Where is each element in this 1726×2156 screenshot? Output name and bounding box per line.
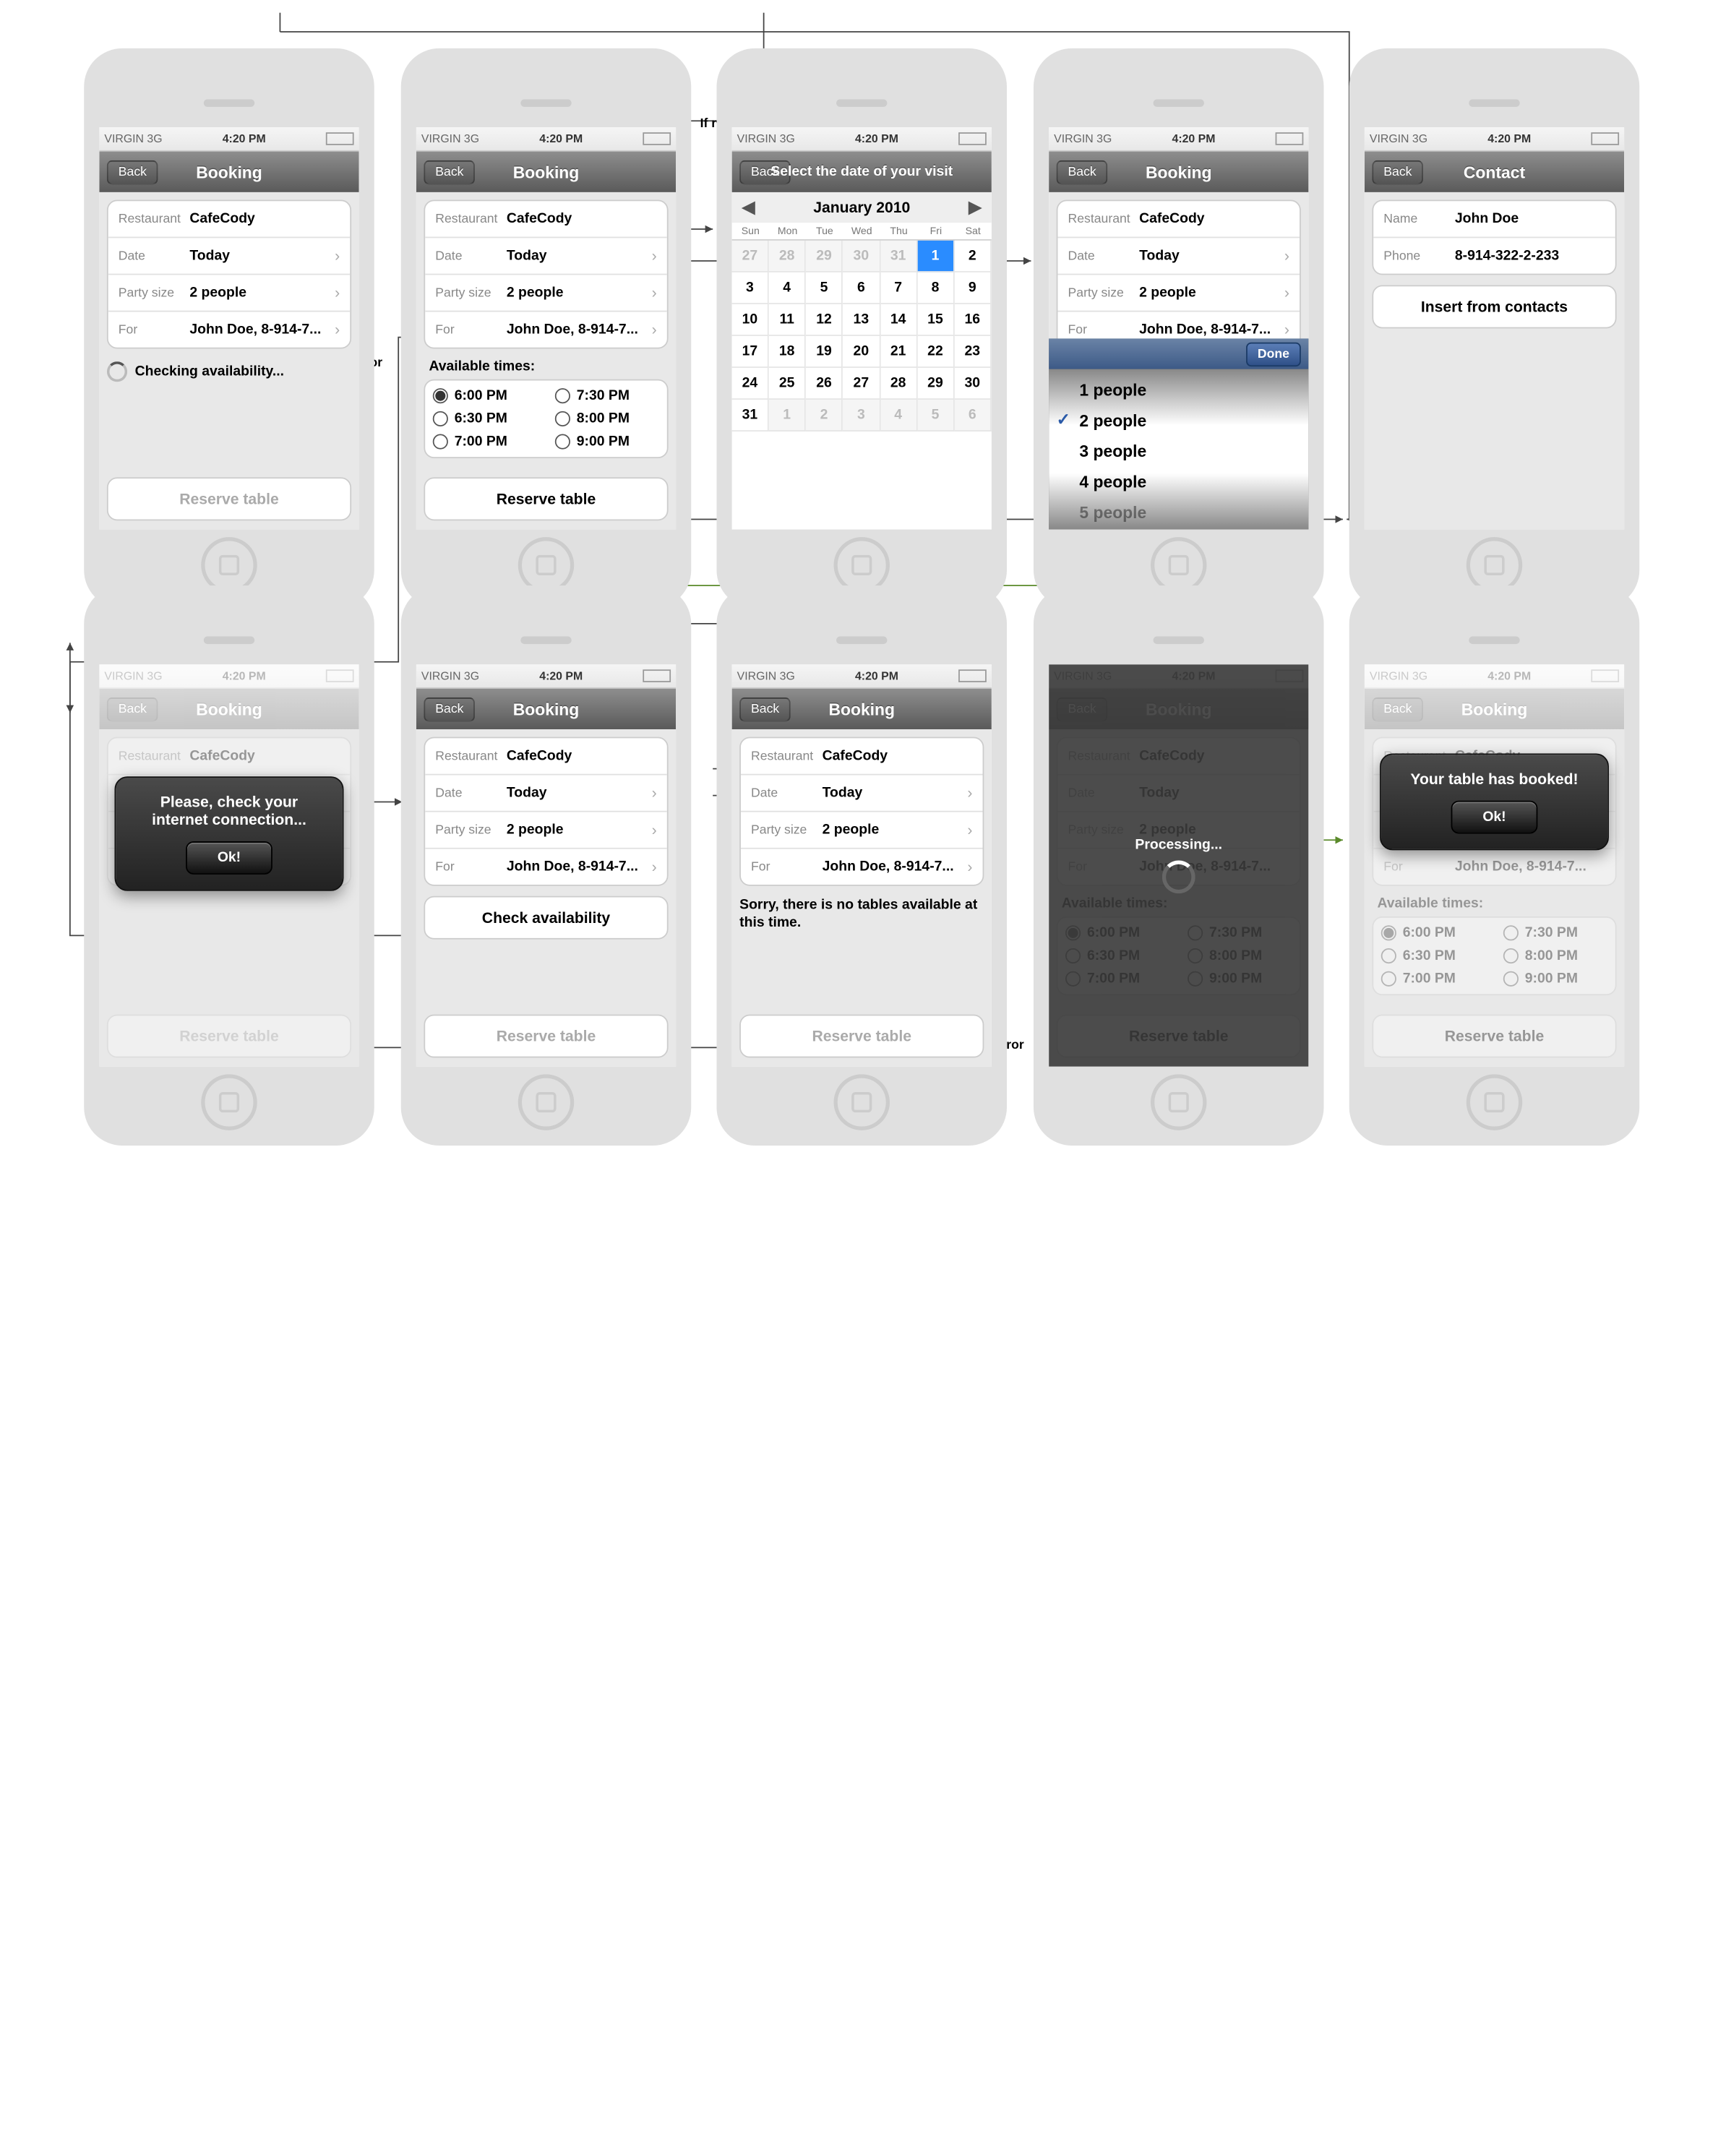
alert-booked: Your table has booked! Ok! (1380, 754, 1609, 851)
calendar-day[interactable]: 30 (955, 368, 992, 400)
calendar-day[interactable]: 23 (955, 336, 992, 368)
row-party[interactable]: Party size2 people› (108, 275, 351, 312)
calendar-day[interactable]: 21 (880, 336, 917, 368)
calendar-day[interactable]: 14 (880, 304, 917, 336)
calendar-grid: 2728293031123456789101112131415161718192… (732, 241, 992, 431)
booking-table: RestaurantCafeCody DateToday› Party size… (107, 199, 351, 348)
processing-overlay: Processing... (1049, 664, 1308, 1066)
calendar-day: 28 (769, 241, 806, 272)
insert-contacts-button[interactable]: Insert from contacts (1372, 285, 1616, 328)
calendar-day[interactable]: 28 (880, 368, 917, 400)
calendar-day[interactable]: 6 (843, 272, 880, 304)
checking-status: Checking availability... (107, 361, 351, 382)
calendar-day: 4 (880, 400, 917, 431)
row-phone[interactable]: Phone8-914-322-2-233 (1373, 238, 1615, 273)
phone-processing: VIRGIN 3G4:20 PM BackBooking RestaurantC… (1034, 585, 1324, 1146)
calendar-day[interactable]: 17 (732, 336, 769, 368)
prev-month-icon[interactable]: ◀ (742, 197, 755, 218)
phone-1: VIRGIN 3G4:20 PM BackBooking RestaurantC… (84, 48, 374, 609)
alert-internet: Please, check your internet connection..… (114, 776, 343, 890)
calendar-day[interactable]: 18 (769, 336, 806, 368)
phone-notables: VIRGIN 3G4:20 PM BackBooking RestaurantC… (716, 585, 1007, 1146)
calendar-day[interactable]: 19 (806, 336, 843, 368)
calendar-day[interactable]: 8 (917, 272, 954, 304)
calendar-day[interactable]: 5 (806, 272, 843, 304)
calendar-day[interactable]: 10 (732, 304, 769, 336)
phone-error: VIRGIN 3G4:20 PM BackBooking RestaurantC… (84, 585, 374, 1146)
calendar-day[interactable]: 15 (917, 304, 954, 336)
reserve-button: Reserve table (107, 477, 351, 520)
back-button[interactable]: Back (739, 160, 791, 184)
calendar-day[interactable]: 31 (732, 400, 769, 431)
done-button[interactable]: Done (1246, 343, 1301, 366)
row-restaurant: RestaurantCafeCody (108, 201, 351, 238)
calendar-day: 2 (806, 400, 843, 431)
calendar-day[interactable]: 3 (732, 272, 769, 304)
calendar-day[interactable]: 13 (843, 304, 880, 336)
calendar-day[interactable]: 20 (843, 336, 880, 368)
phone-check: VIRGIN 3G4:20 PM BackBooking RestaurantC… (401, 585, 692, 1146)
calendar-day[interactable]: 22 (917, 336, 954, 368)
time-option[interactable]: 6:00 PM (433, 388, 537, 403)
calendar-day[interactable]: 7 (880, 272, 917, 304)
calendar-day[interactable]: 26 (806, 368, 843, 400)
calendar-day[interactable]: 29 (917, 368, 954, 400)
phone-picker: VIRGIN 3G4:20 PM BackBooking RestaurantC… (1034, 48, 1324, 609)
available-label: Available times: (424, 359, 668, 374)
month-label: January 2010 (813, 199, 910, 217)
calendar-day[interactable]: 24 (732, 368, 769, 400)
calendar-day[interactable]: 11 (769, 304, 806, 336)
calendar-day: 5 (917, 400, 954, 431)
spinner-icon (1162, 860, 1195, 893)
row-for[interactable]: ForJohn Doe, 8-914-7...› (108, 312, 351, 347)
reserve-button[interactable]: Reserve table (424, 477, 668, 520)
calendar-day[interactable]: 9 (955, 272, 992, 304)
phone-contact: VIRGIN 3G4:20 PM BackContact NameJohn Do… (1349, 48, 1640, 609)
phone-booked: VIRGIN 3G4:20 PM BackBooking RestaurantC… (1349, 585, 1640, 1146)
phone-calendar: VIRGIN 3G4:20 PM BackSelect the date of … (716, 48, 1007, 609)
back-button[interactable]: Back (424, 160, 475, 184)
next-month-icon[interactable]: ▶ (969, 197, 982, 218)
row-date[interactable]: DateToday› (108, 238, 351, 275)
calendar-day[interactable]: 1 (917, 241, 954, 272)
times-list: 6:00 PM 7:30 PM 6:30 PM 8:00 PM 7:00 PM … (424, 379, 668, 458)
ok-button[interactable]: Ok! (186, 841, 272, 875)
calendar-day: 29 (806, 241, 843, 272)
calendar-day[interactable]: 27 (843, 368, 880, 400)
calendar-day: 27 (732, 241, 769, 272)
calendar-day[interactable]: 16 (955, 304, 992, 336)
calendar-day: 1 (769, 400, 806, 431)
party-picker[interactable]: Done 1 people ✓2 people 3 people 4 peopl… (1049, 338, 1308, 529)
no-tables-message: Sorry, there is no tables available at t… (739, 896, 984, 932)
check-availability-button[interactable]: Check availability (424, 896, 668, 940)
back-button[interactable]: Back (107, 160, 158, 184)
ok-button[interactable]: Ok! (1451, 801, 1537, 834)
row-name[interactable]: NameJohn Doe (1373, 201, 1615, 238)
spinner-icon (107, 361, 127, 382)
calendar-day[interactable]: 25 (769, 368, 806, 400)
chevron-right-icon: › (335, 247, 340, 265)
calendar-day: 6 (955, 400, 992, 431)
calendar-day[interactable]: 12 (806, 304, 843, 336)
calendar-day: 30 (843, 241, 880, 272)
calendar-day: 31 (880, 241, 917, 272)
phone-2: VIRGIN 3G4:20 PM BackBooking RestaurantC… (401, 48, 692, 609)
calendar-day: 3 (843, 400, 880, 431)
calendar-day[interactable]: 4 (769, 272, 806, 304)
calendar-day[interactable]: 2 (955, 241, 992, 272)
